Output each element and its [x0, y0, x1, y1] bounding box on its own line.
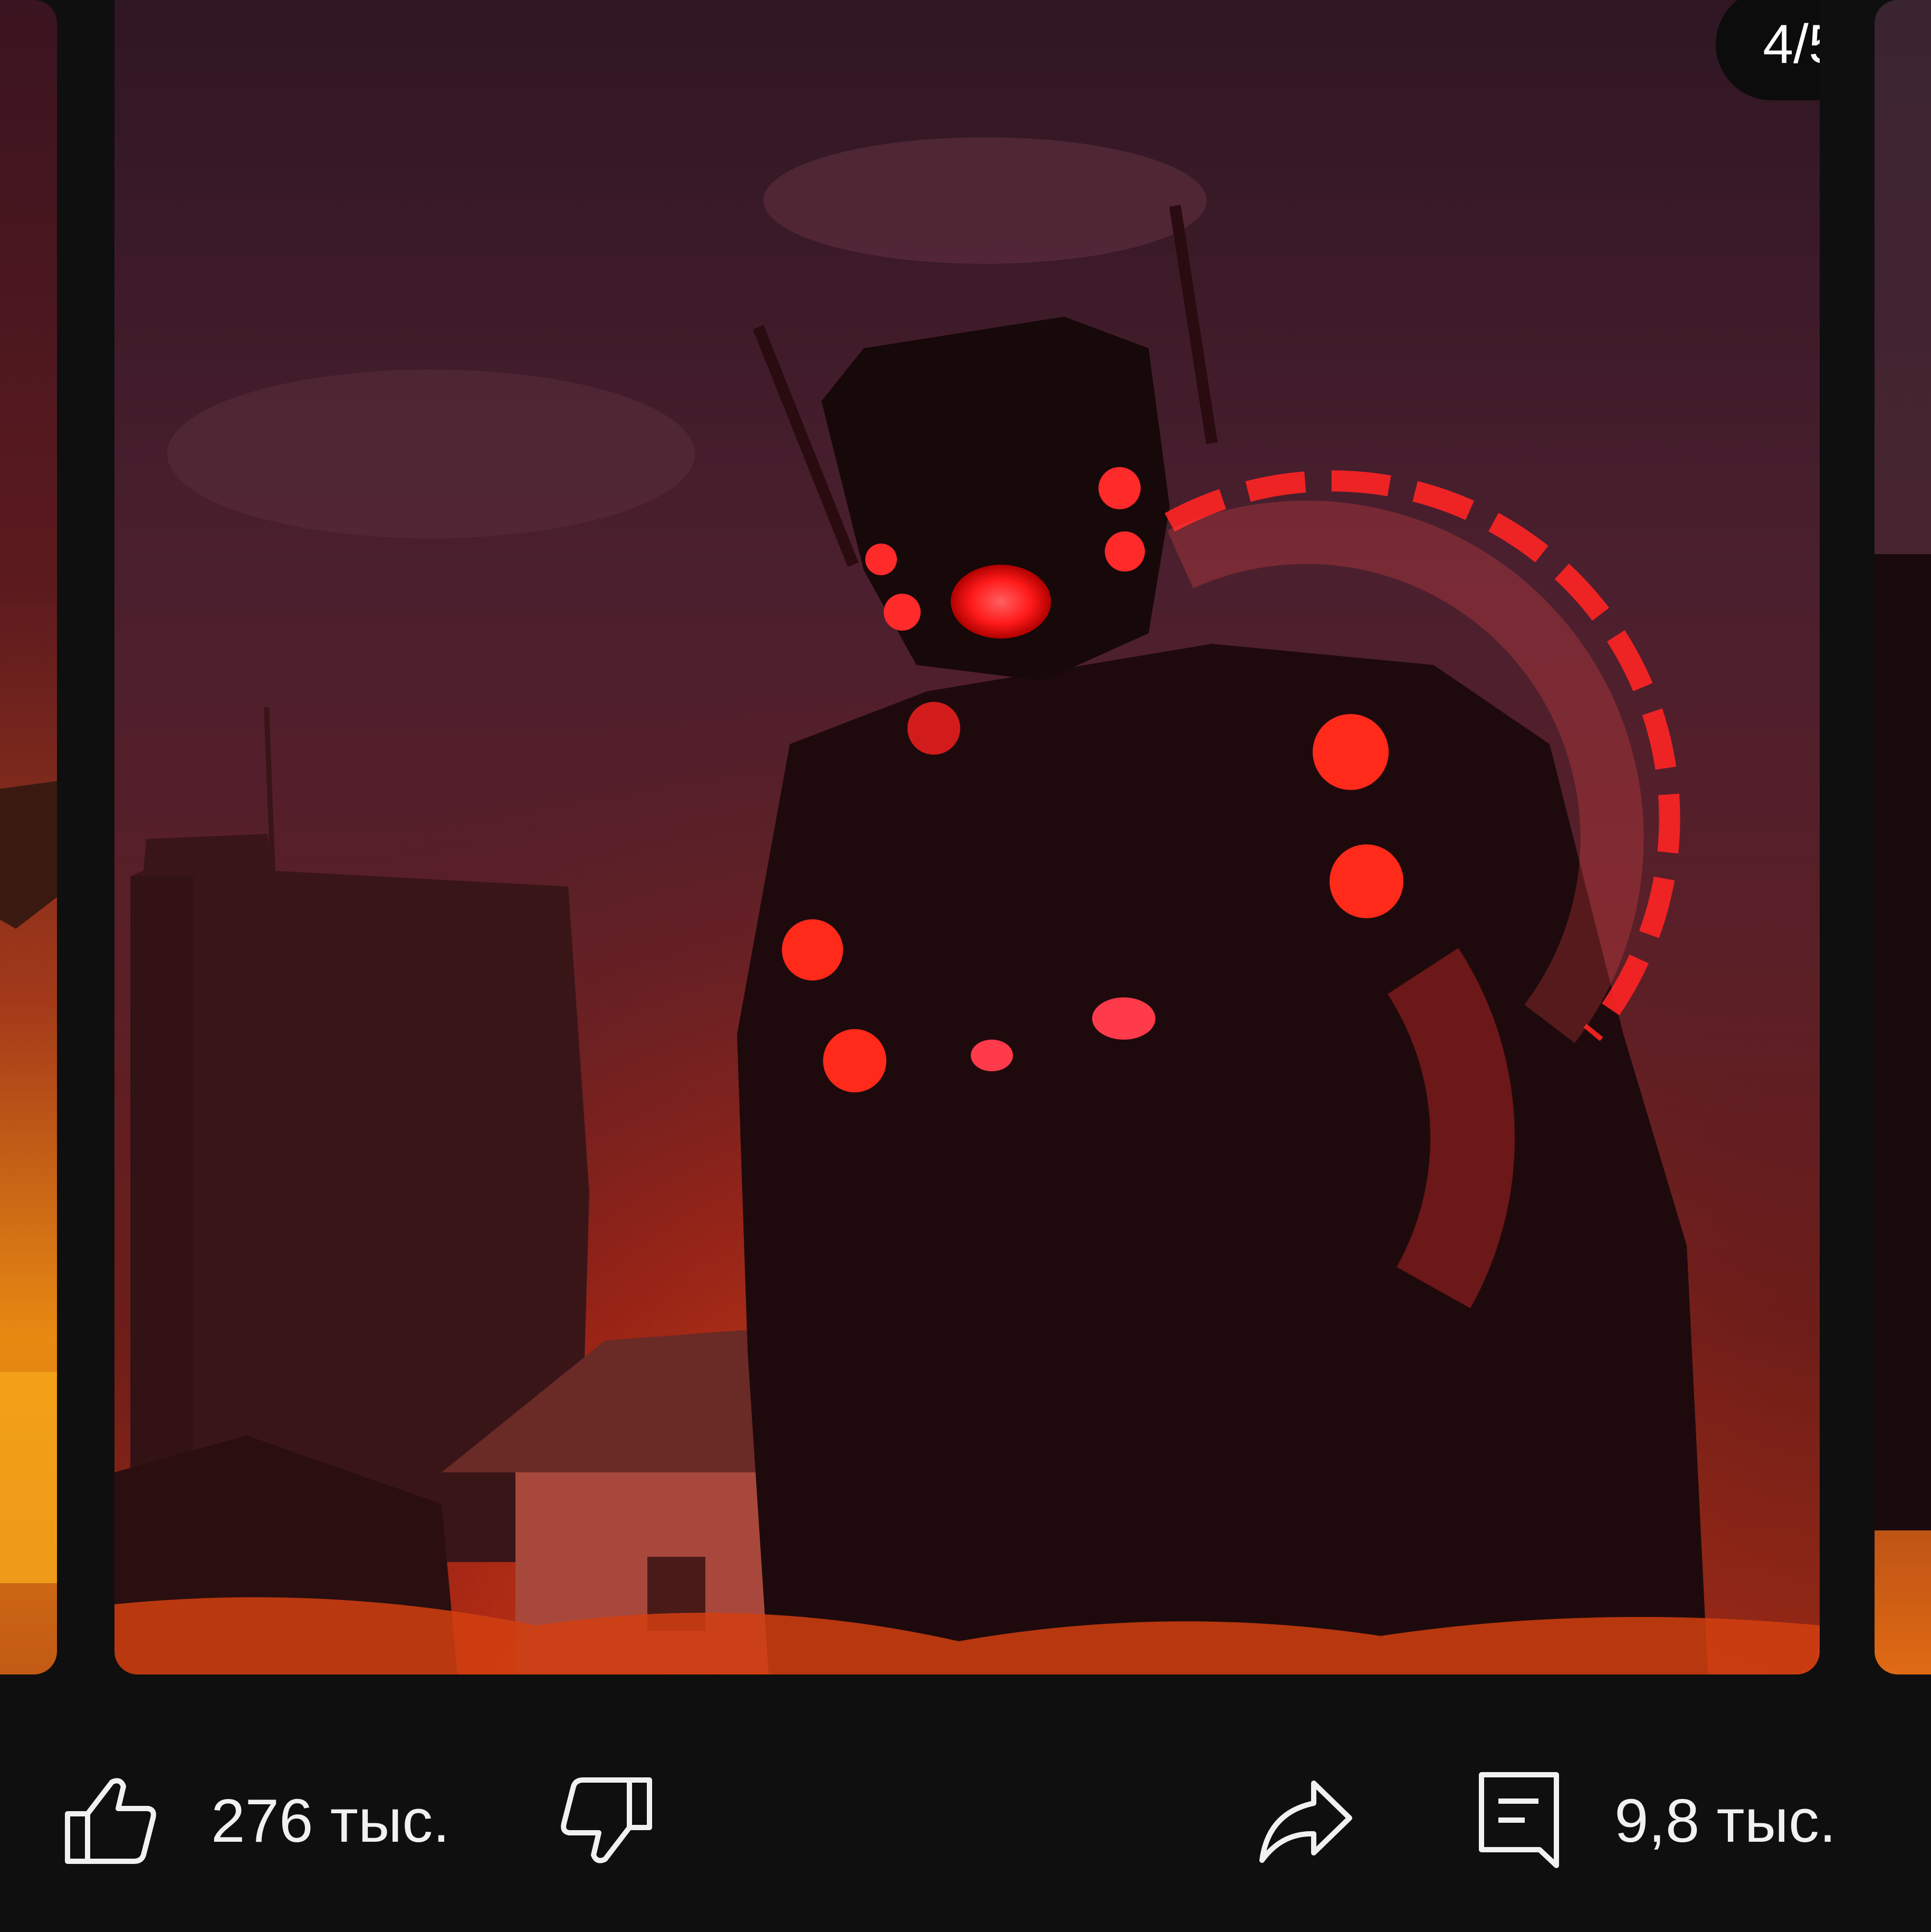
- next-image-slide[interactable]: [1875, 0, 1931, 1674]
- previous-image-slide[interactable]: [0, 0, 57, 1674]
- like-button[interactable]: [63, 1768, 158, 1873]
- thumbs-up-icon: [65, 1778, 156, 1864]
- image-carousel[interactable]: 4/5: [0, 0, 1931, 1676]
- comment-count: 9,8 тыс.: [1614, 1786, 1837, 1855]
- robot-titan-image[interactable]: 4/5: [114, 0, 1820, 1674]
- share-arrow-icon: [1259, 1781, 1352, 1863]
- thumbs-down-icon: [561, 1777, 652, 1863]
- comments-button[interactable]: [1477, 1768, 1562, 1873]
- comment-icon: [1479, 1772, 1559, 1868]
- share-button[interactable]: [1256, 1768, 1356, 1873]
- dislike-button[interactable]: [561, 1768, 656, 1873]
- like-count: 276 тыс.: [211, 1786, 450, 1855]
